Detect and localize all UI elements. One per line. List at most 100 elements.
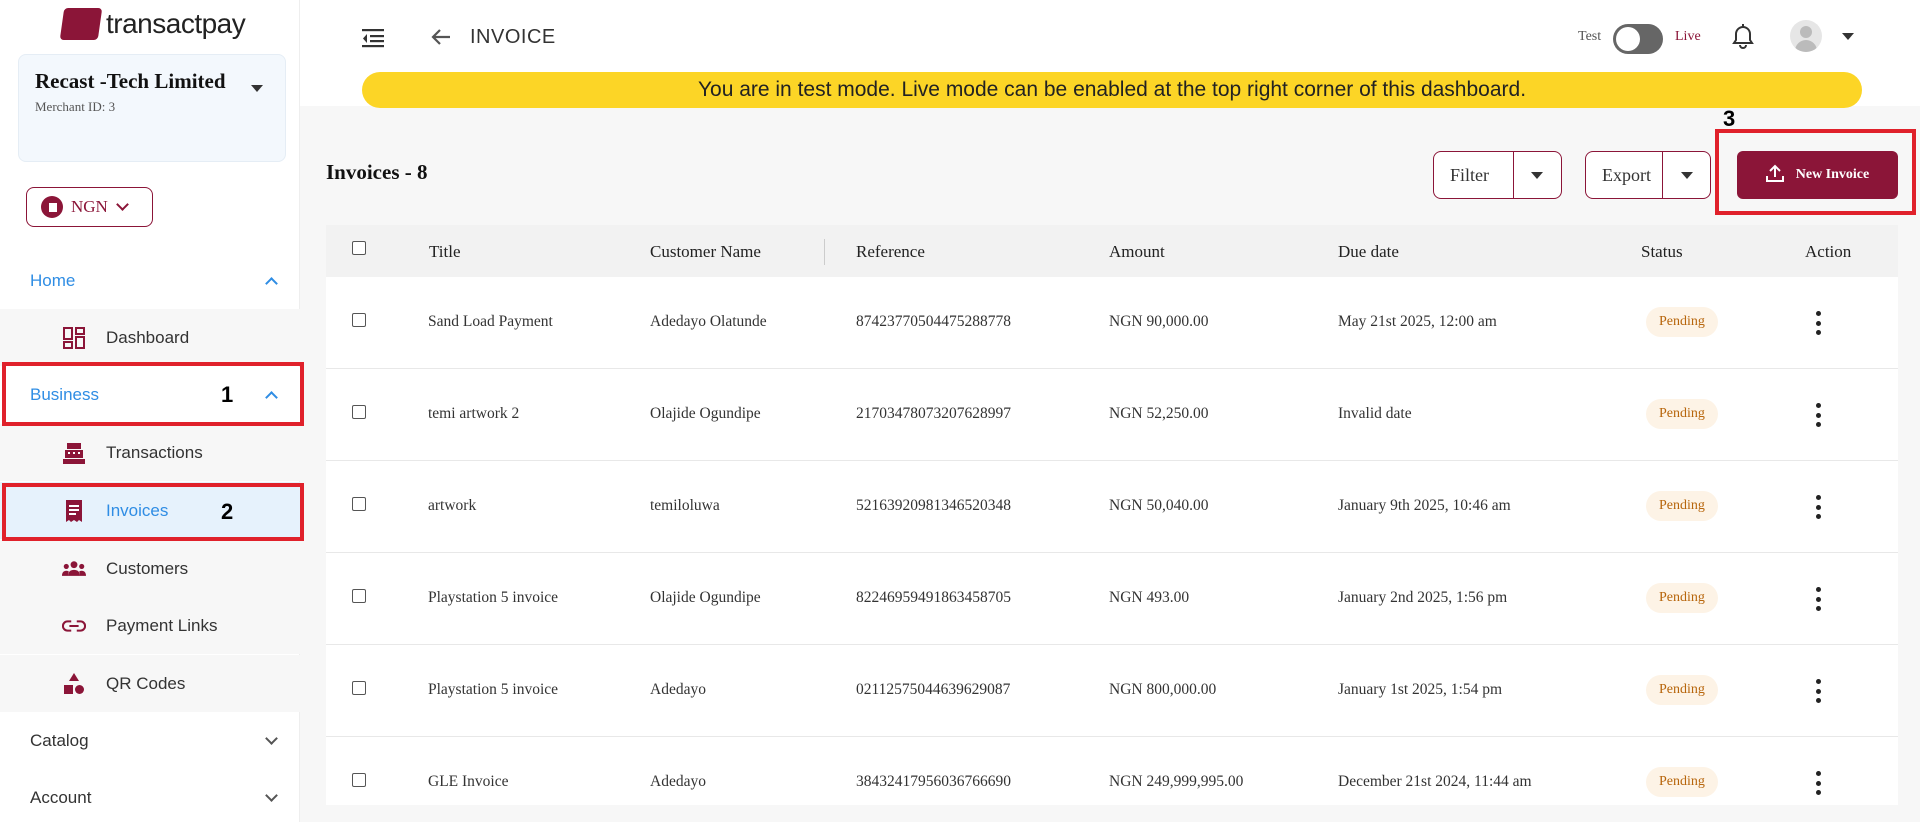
sidebar-item-transactions[interactable]: Transactions [0,424,300,481]
column-header-reference[interactable]: Reference [856,242,925,262]
row-checkbox[interactable] [352,405,366,419]
customers-icon [62,557,86,581]
live-mode-toggle[interactable] [1613,24,1663,54]
merchant-name: Recast -Tech Limited [35,69,226,93]
test-mode-banner: You are in test mode. Live mode can be e… [362,72,1862,108]
nav-section-label: Home [30,271,76,290]
collapse-menu-icon[interactable] [362,28,384,48]
merchant-id: Merchant ID: 3 [35,99,116,114]
currency-code: NGN [71,197,108,216]
column-header-status[interactable]: Status [1641,242,1683,262]
table-row[interactable]: Sand Load Payment Adedayo Olatunde 87423… [326,277,1898,369]
invoice-amount: NGN 52,250.00 [1109,405,1209,422]
caret-down-icon [251,85,263,92]
invoice-amount: NGN 493.00 [1109,589,1190,606]
merchant-switcher[interactable]: Recast -Tech Limited Merchant ID: 3 [18,54,286,162]
sidebar-item-payment-links[interactable]: Payment Links [0,597,300,654]
table-row[interactable]: temi artwork 2 Olajide Ogundipe 21703478… [326,369,1898,461]
row-checkbox[interactable] [352,313,366,327]
invoice-amount: NGN 800,000.00 [1109,681,1217,698]
invoice-due-date: May 21st 2025, 12:00 am [1338,313,1497,330]
user-avatar[interactable] [1790,20,1822,52]
invoice-title: artwork [428,497,477,514]
more-actions-icon[interactable] [1816,403,1822,427]
column-header-title[interactable]: Title [429,242,461,262]
table-row[interactable]: GLE Invoice Adedayo 38432417956036766690… [326,737,1898,805]
column-header-action: Action [1805,242,1852,261]
table-row[interactable]: Playstation 5 invoice Olajide Ogundipe 8… [326,553,1898,645]
export-dropdown-icon[interactable] [1663,152,1710,198]
row-checkbox[interactable] [352,589,366,603]
notification-bell-icon[interactable] [1732,24,1754,55]
filter-split-button[interactable]: Filter [1433,151,1562,199]
export-split-button[interactable]: Export [1585,151,1711,199]
customer-name: Olajide Ogundipe [650,405,761,422]
nav-section-label: Account [30,788,92,807]
invoice-reference: 82246959491863458705 [856,589,1011,606]
table-row[interactable]: Playstation 5 invoice Adedayo 0211257504… [326,645,1898,737]
status-badge: Pending [1646,307,1718,337]
customer-name: Olajide Ogundipe [650,589,761,606]
flag-icon [41,196,63,218]
nav-section-home[interactable]: Home [0,253,300,309]
row-checkbox[interactable] [352,497,366,511]
invoice-title: temi artwork 2 [428,405,520,422]
annotation-box-3 [1715,129,1916,215]
more-actions-icon[interactable] [1816,587,1822,611]
export-button[interactable]: Export [1586,152,1663,198]
invoice-title: Playstation 5 invoice [428,589,559,606]
table-row[interactable]: artwork temiloluwa 52163920981346520348 … [326,461,1898,553]
invoice-reference: 87423770504475288778 [856,313,1011,330]
more-actions-icon[interactable] [1816,679,1822,703]
status-badge: Pending [1646,583,1718,613]
more-actions-icon[interactable] [1816,311,1822,335]
select-all-checkbox[interactable] [352,241,366,255]
invoice-due-date: January 9th 2025, 10:46 am [1338,497,1511,514]
status-badge: Pending [1646,767,1718,797]
annotation-box-1 [2,362,304,426]
nav-section-catalog[interactable]: Catalog [0,713,300,769]
row-checkbox[interactable] [352,773,366,787]
status-badge: Pending [1646,399,1718,429]
status-badge: Pending [1646,675,1718,705]
invoice-due-date: December 21st 2024, 11:44 am [1338,773,1532,790]
back-arrow-icon[interactable] [430,26,452,53]
sidebar-item-label: Customers [106,558,189,578]
annotation-box-2 [2,483,304,541]
more-actions-icon[interactable] [1816,771,1822,795]
chevron-down-icon [115,198,129,211]
sidebar-item-qr-codes[interactable]: QR Codes [0,655,300,712]
more-actions-icon[interactable] [1816,495,1822,519]
status-badge: Pending [1646,491,1718,521]
page-title: INVOICE [470,26,556,48]
cash-register-icon [62,441,86,465]
chevron-up-icon [265,277,278,290]
sidebar-item-label: Transactions [106,442,203,462]
chevron-down-icon [265,789,278,802]
currency-selector[interactable]: NGN [26,187,153,227]
nav-section-account[interactable]: Account [0,770,300,826]
sidebar-item-customers[interactable]: Customers [0,540,300,597]
column-header-due-date[interactable]: Due date [1338,242,1399,262]
customer-name: Adedayo Olatunde [650,313,767,330]
main-content: INVOICE Test Live You are in test mode. … [300,0,1920,822]
sidebar-item-dashboard[interactable]: Dashboard [0,309,300,366]
shapes-icon [62,672,86,696]
brand-logo[interactable]: transactpay [59,8,246,40]
sidebar-item-label: Payment Links [106,615,218,635]
column-header-customer[interactable]: Customer Name [650,242,761,262]
filter-button[interactable]: Filter [1434,152,1514,198]
invoice-title: Playstation 5 invoice [428,681,559,698]
invoice-title: Sand Load Payment [428,313,553,330]
caret-down-icon[interactable] [1842,33,1854,40]
brand-name: transactpay [106,8,246,39]
invoice-reference: 02112575044639629087 [856,681,1011,698]
link-icon [62,614,86,638]
invoice-amount: NGN 90,000.00 [1109,313,1209,330]
row-checkbox[interactable] [352,681,366,695]
filter-dropdown-icon[interactable] [1514,152,1562,198]
invoice-title: GLE Invoice [428,773,509,790]
invoice-count-heading: Invoices - 8 [326,160,428,184]
invoice-due-date: January 1st 2025, 1:54 pm [1338,681,1503,698]
column-header-amount[interactable]: Amount [1109,242,1165,262]
